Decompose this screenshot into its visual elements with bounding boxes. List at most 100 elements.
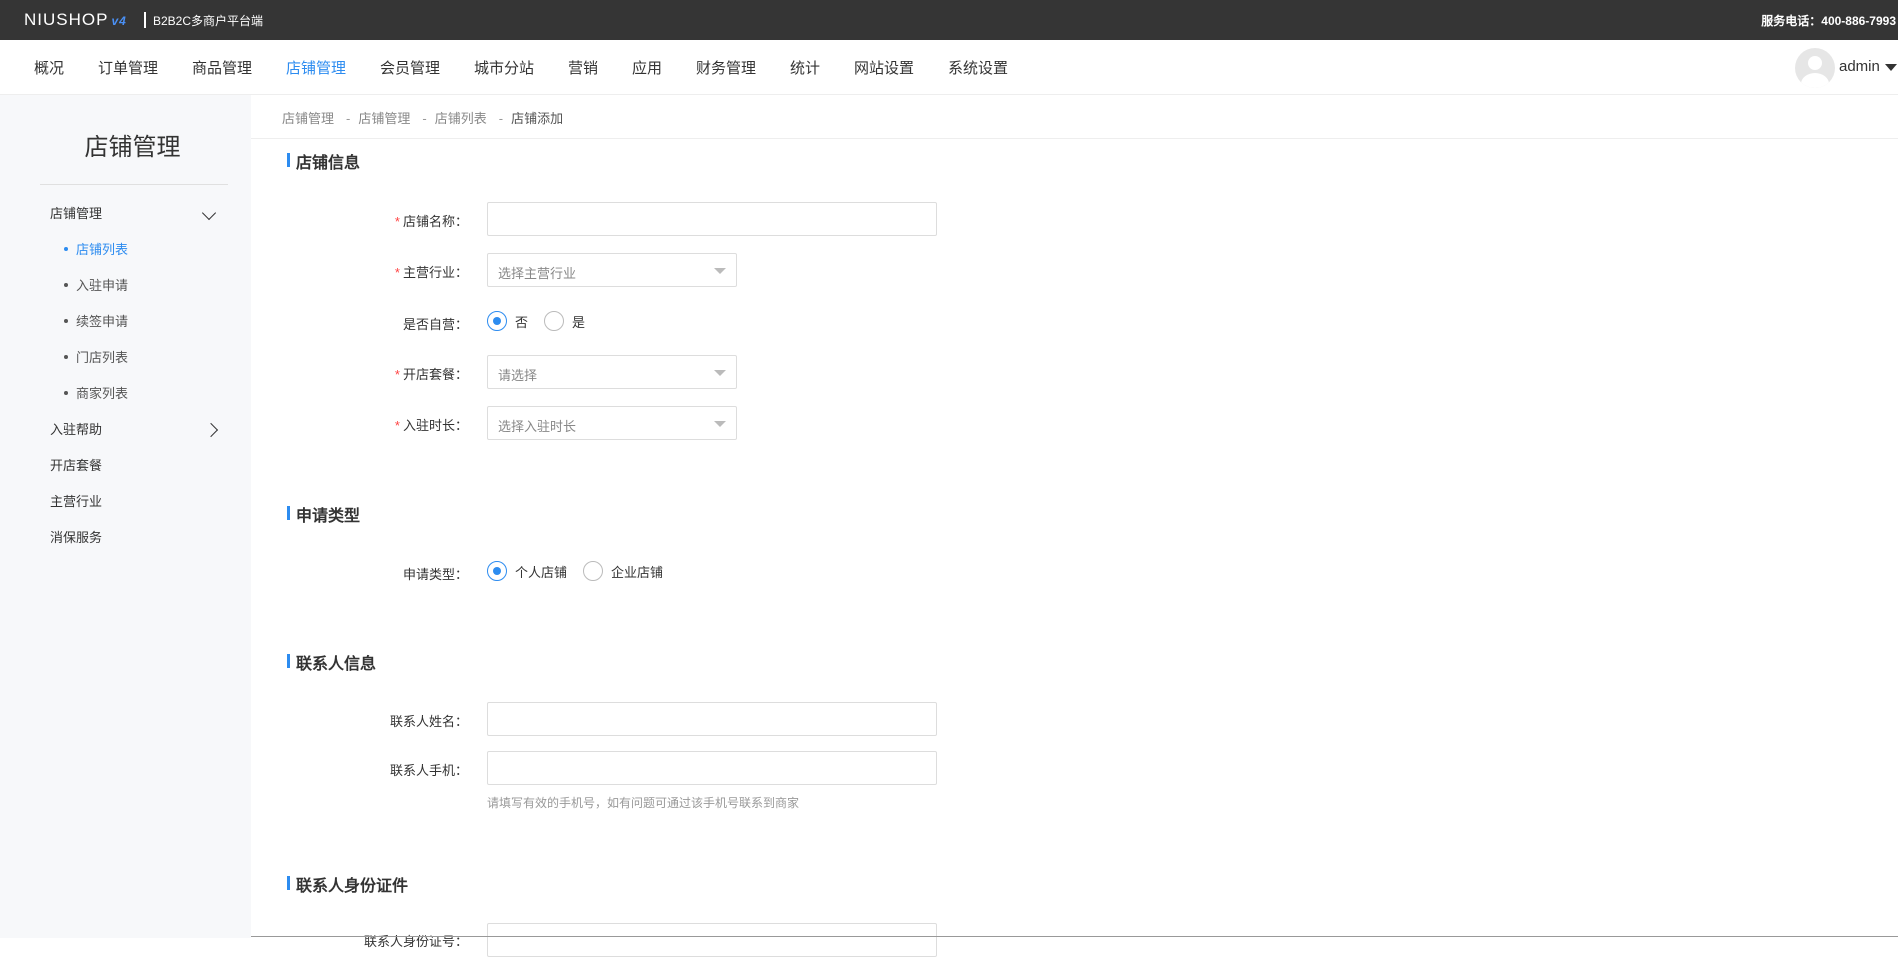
avatar[interactable] (1795, 48, 1835, 88)
sidebar-item-settle-apply[interactable]: 入驻申请 (64, 275, 128, 294)
nav-system[interactable]: 系统设置 (948, 57, 1008, 78)
self-operated-yes-radio[interactable]: 是 (544, 311, 585, 331)
sidebar-item-industry[interactable]: 主营行业 (50, 491, 102, 510)
radio-checked-icon (487, 561, 507, 581)
avatar-body-icon (1801, 73, 1829, 88)
sidebar-item-renew-apply[interactable]: 续签申请 (64, 311, 128, 330)
sidebar-group-shop-management[interactable]: 店铺管理 (50, 203, 102, 222)
bullet-icon (64, 354, 68, 359)
logo: NIUSHOP v4 (24, 10, 127, 30)
self-operated-no-radio[interactable]: 否 (487, 311, 528, 331)
chevron-down-icon[interactable] (201, 205, 217, 221)
nav-apps[interactable]: 应用 (632, 57, 662, 78)
label-text: 开店套餐： (402, 367, 468, 382)
label-text: 入驻时长： (402, 418, 468, 433)
main-nav: 概况 订单管理 商品管理 店铺管理 会员管理 城市分站 营销 应用 财务管理 统… (0, 40, 1898, 95)
sidebar-divider (40, 184, 228, 185)
package-label: * 开店套餐： (268, 364, 468, 383)
breadcrumb-current: 店铺添加 (511, 111, 564, 126)
section-title-shop-info: 店铺信息 (287, 149, 360, 173)
required-mark: * (394, 214, 400, 229)
select-placeholder: 选择主营行业 (498, 266, 577, 281)
industry-select[interactable]: 选择主营行业 (487, 253, 737, 287)
radio-label: 否 (515, 314, 529, 330)
required-mark: * (394, 265, 400, 280)
label-text: 联系人姓名： (389, 714, 468, 729)
radio-label: 是 (572, 314, 586, 330)
apply-type-label: 申请类型： (268, 564, 468, 583)
bullet-icon (64, 246, 68, 251)
service-phone: 服务电话：400-886-7993 (1761, 14, 1896, 28)
select-placeholder: 选择入驻时长 (498, 419, 577, 434)
sidebar-item-merchant-list[interactable]: 商家列表 (64, 383, 128, 402)
sidebar-item-store-list[interactable]: 门店列表 (64, 347, 128, 366)
section-title-text: 申请类型 (296, 508, 361, 525)
label-text: 申请类型： (402, 567, 468, 582)
sidebar-title: 店铺管理 (84, 134, 181, 161)
breadcrumb-separator: - (498, 111, 504, 126)
sidebar-item-guarantee[interactable]: 消保服务 (50, 527, 102, 546)
chevron-right-icon[interactable] (203, 422, 219, 438)
industry-label: * 主营行业： (268, 262, 468, 281)
logo-text: NIUSHOP (24, 10, 109, 29)
dropdown-arrow-icon (714, 268, 726, 274)
nav-statistics[interactable]: 统计 (790, 57, 820, 78)
contact-phone-hint: 请填写有效的手机号，如有问题可通过该手机号联系到商家 (487, 796, 800, 810)
sidebar-item-label: 店铺列表 (76, 242, 129, 257)
breadcrumb-item[interactable]: 店铺列表 (435, 111, 487, 126)
sidebar-item-settle-help[interactable]: 入驻帮助 (50, 419, 102, 438)
nav-finance[interactable]: 财务管理 (696, 57, 756, 78)
nav-city-sites[interactable]: 城市分站 (474, 57, 534, 78)
section-title-contact: 联系人信息 (287, 650, 376, 674)
sidebar-item-shop-list[interactable]: 店铺列表 (64, 239, 128, 258)
nav-members[interactable]: 会员管理 (380, 57, 440, 78)
duration-select[interactable]: 选择入驻时长 (487, 406, 737, 440)
duration-label: * 入驻时长： (268, 415, 468, 434)
logo-version: v4 (111, 14, 127, 28)
nav-shops[interactable]: 店铺管理 (286, 57, 346, 78)
logo-divider (144, 12, 146, 28)
nav-marketing[interactable]: 营销 (568, 57, 598, 78)
apply-type-enterprise-radio[interactable]: 企业店铺 (583, 561, 663, 581)
breadcrumb-separator: - (346, 111, 351, 126)
bullet-icon (64, 282, 68, 287)
apply-type-personal-radio[interactable]: 个人店铺 (487, 561, 567, 581)
self-operated-radio-group: 否 是 (487, 311, 601, 331)
shop-name-label: * 店铺名称： (268, 211, 468, 230)
dropdown-arrow-icon (714, 370, 726, 376)
user-name[interactable]: admin (1839, 58, 1880, 75)
sidebar-item-label: 续签申请 (76, 314, 129, 329)
breadcrumb-item[interactable]: 店铺管理 (282, 111, 334, 126)
label-text: 联系人手机： (389, 763, 468, 778)
radio-unchecked-icon (544, 311, 565, 331)
id-number-input[interactable] (487, 923, 937, 957)
section-title-apply-type: 申请类型 (287, 502, 360, 526)
shop-name-input[interactable] (487, 202, 937, 236)
caret-down-icon[interactable] (1885, 64, 1897, 71)
breadcrumb: 店铺管理 - 店铺管理 - 店铺列表 - 店铺添加 (282, 108, 567, 127)
breadcrumb-item[interactable]: 店铺管理 (358, 111, 410, 126)
contact-name-input[interactable] (487, 702, 937, 736)
apply-type-radio-group: 个人店铺 企业店铺 (487, 561, 679, 581)
section-title-text: 联系人身份证件 (296, 878, 409, 895)
sidebar-item-packages[interactable]: 开店套餐 (50, 455, 102, 474)
avatar-head-icon (1808, 56, 1822, 70)
dropdown-arrow-icon (714, 421, 726, 427)
nav-overview[interactable]: 概况 (34, 57, 64, 78)
required-mark: * (394, 367, 400, 382)
sidebar-item-label: 门店列表 (76, 350, 129, 365)
id-number-label: 联系人身份证号： (268, 931, 468, 950)
nav-orders[interactable]: 订单管理 (98, 57, 158, 78)
contact-phone-label: 联系人手机： (268, 760, 468, 779)
nav-website[interactable]: 网站设置 (854, 57, 914, 78)
bullet-icon (64, 318, 68, 323)
package-select[interactable]: 请选择 (487, 355, 737, 389)
radio-label: 个人店铺 (515, 564, 568, 580)
label-text: 店铺名称： (402, 214, 468, 229)
section-title-text: 联系人信息 (296, 656, 377, 673)
breadcrumb-divider (251, 138, 1898, 139)
label-text: 主营行业： (402, 265, 468, 280)
self-operated-label: 是否自营： (268, 314, 468, 333)
contact-phone-input[interactable] (487, 751, 937, 785)
nav-goods[interactable]: 商品管理 (192, 57, 252, 78)
